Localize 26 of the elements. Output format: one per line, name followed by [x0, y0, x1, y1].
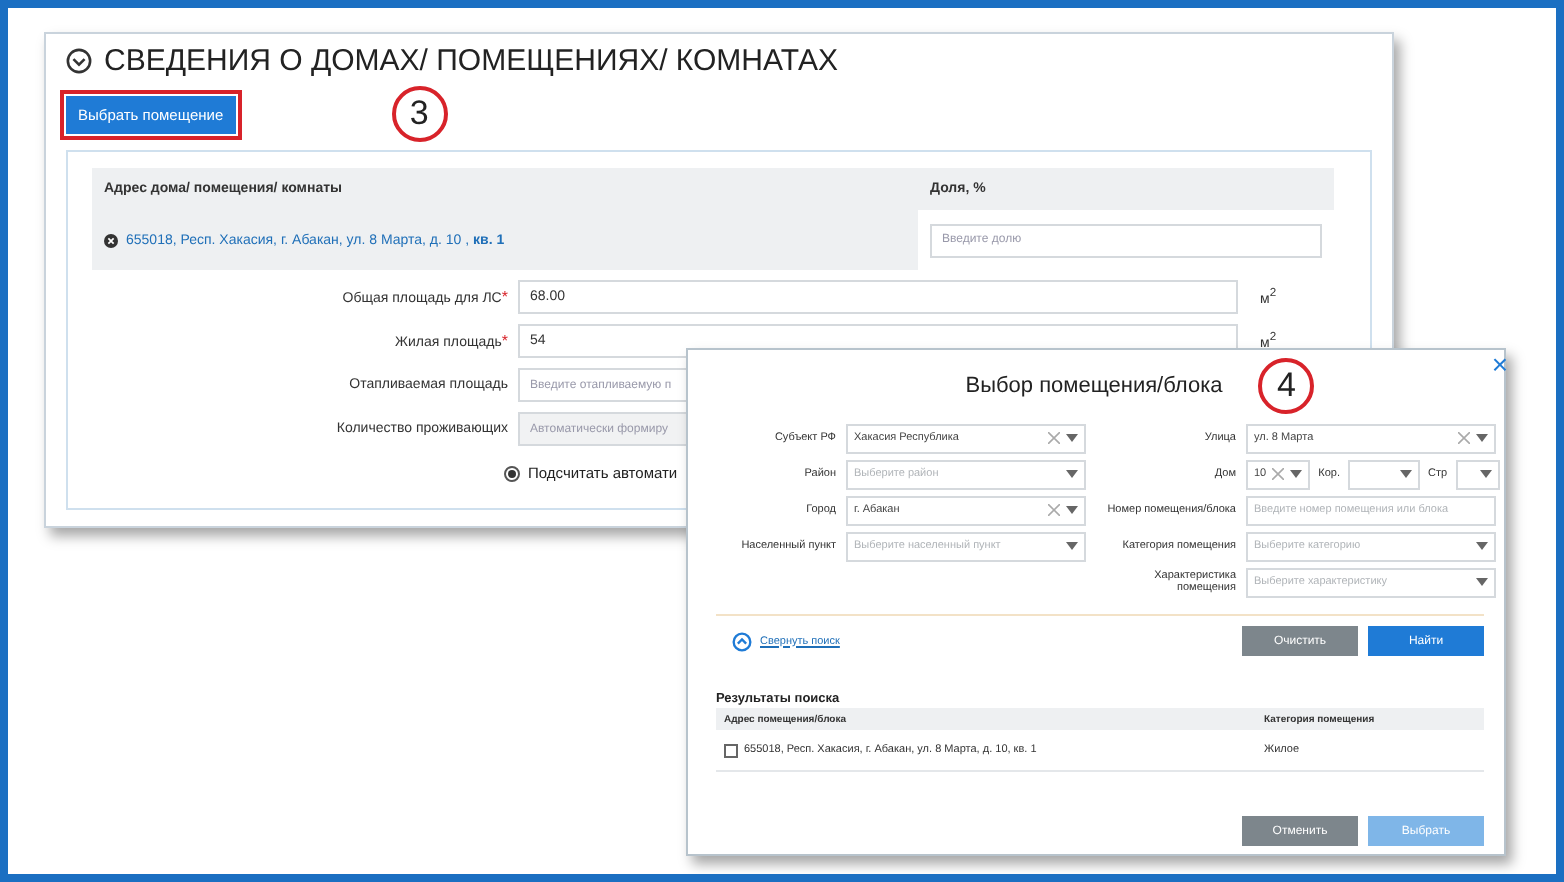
- caret-icon: [1479, 470, 1492, 478]
- caret-icon: [1476, 542, 1488, 550]
- caret-icon: [1066, 470, 1078, 478]
- caret-icon: [1476, 434, 1488, 442]
- step-marker: 4: [1258, 358, 1315, 414]
- select-field[interactable]: [1455, 459, 1500, 489]
- clear-icon[interactable]: [1048, 504, 1060, 516]
- checkbox[interactable]: [724, 743, 738, 757]
- step-marker: 3: [391, 86, 448, 142]
- caret-icon: [1066, 506, 1078, 514]
- close-button[interactable]: ×: [1491, 350, 1508, 378]
- chevron-up-icon[interactable]: [732, 631, 752, 651]
- caret-icon: [1399, 470, 1412, 478]
- clear-icon[interactable]: [1048, 432, 1060, 444]
- caret-icon: [1066, 434, 1078, 442]
- chevron-down-icon[interactable]: [66, 48, 92, 74]
- caret-icon: [1476, 578, 1488, 586]
- clear-icon[interactable]: [1458, 432, 1470, 444]
- caret-icon: [1066, 542, 1078, 550]
- section-title: СВЕДЕНИЯ О ДОМАХ/ ПОМЕЩЕНИЯХ/ КОМНАТАХ: [104, 44, 838, 78]
- remove-icon[interactable]: [104, 233, 118, 247]
- caret-icon: [1290, 470, 1303, 478]
- dialog-title: Выбор помещения/блока: [965, 374, 1223, 398]
- radio-button[interactable]: [504, 465, 520, 481]
- select-field[interactable]: [1347, 459, 1420, 489]
- clear-icon[interactable]: [1272, 468, 1285, 480]
